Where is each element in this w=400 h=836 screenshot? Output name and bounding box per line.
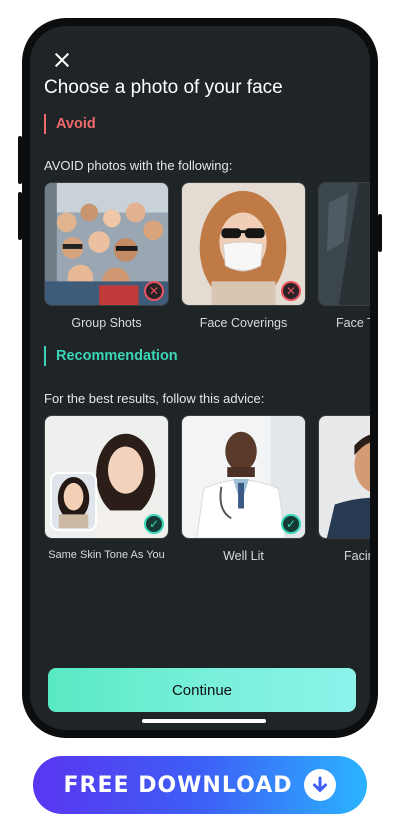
app-screen: Choose a photo of your face Avoid AVOID … [30, 26, 370, 730]
recommend-example-card: Facin [318, 415, 370, 563]
avoid-heading: Avoid [44, 114, 96, 134]
two-women-image: ✓ [44, 415, 169, 539]
recommend-example-label: Same Skin Tone As You [48, 549, 165, 561]
recommend-example-card: ✓ Same Skin Tone As You [44, 415, 169, 561]
avoid-x-icon: ✕ [281, 281, 301, 301]
recommendation-examples-row[interactable]: ✓ Same Skin Tone As You ✓ Well Lit Faci [44, 415, 370, 575]
check-icon: ✓ [144, 514, 164, 534]
continue-button[interactable]: Continue [48, 668, 356, 712]
phone-side-button [378, 214, 382, 252]
avoid-example-label: Group Shots [71, 316, 142, 330]
home-indicator [142, 719, 266, 723]
recommend-example-label: Well Lit [223, 549, 264, 563]
phone-side-button [18, 136, 22, 184]
avoid-x-icon: ✕ [144, 281, 164, 301]
page-title: Choose a photo of your face [44, 77, 283, 98]
avoid-examples-row[interactable]: ✕ Group Shots ✕ Face Coverings Face [44, 182, 370, 342]
recommend-example-label: Facin [344, 549, 370, 563]
avoid-subtitle: AVOID photos with the following: [44, 158, 233, 173]
avoid-example-label: Face T [336, 316, 370, 330]
dark-face-image [318, 182, 370, 306]
recommendation-heading: Recommendation [44, 346, 178, 366]
avoid-example-label: Face Coverings [199, 316, 288, 330]
phone-frame: Choose a photo of your face Avoid AVOID … [18, 18, 382, 738]
group-photo-image: ✕ [44, 182, 169, 306]
man-facing-image [318, 415, 370, 539]
recommendation-subtitle: For the best results, follow this advice… [44, 391, 265, 406]
masked-face-image: ✕ [181, 182, 306, 306]
free-download-label: FREE DOWNLOAD [63, 772, 293, 798]
doctor-image: ✓ [181, 415, 306, 539]
download-arrow-icon [304, 769, 337, 801]
check-icon: ✓ [281, 514, 301, 534]
free-download-button[interactable]: FREE DOWNLOAD [33, 756, 367, 814]
close-icon[interactable] [50, 48, 74, 72]
avoid-example-card: Face T [318, 182, 370, 330]
recommend-example-card: ✓ Well Lit [181, 415, 306, 563]
avoid-example-card: ✕ Face Coverings [181, 182, 306, 330]
phone-side-button [18, 192, 22, 240]
avoid-example-card: ✕ Group Shots [44, 182, 169, 330]
